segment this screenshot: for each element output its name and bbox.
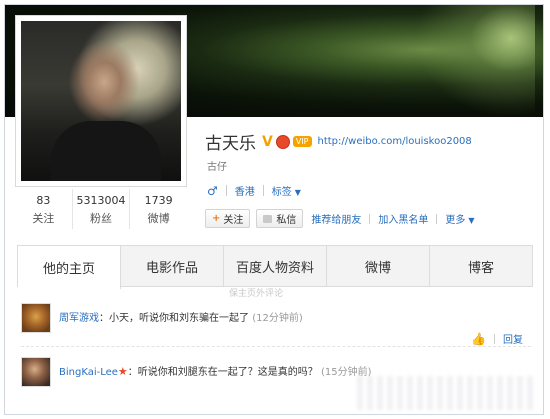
stat-fans-label: 粉丝 xyxy=(90,212,112,225)
tab-baidu-profile[interactable]: 百度人物资料 xyxy=(224,246,327,286)
comment-user-link[interactable]: 周军游戏 xyxy=(59,313,99,324)
recommend-link[interactable]: 推荐给朋友 xyxy=(311,211,361,226)
reply-link[interactable]: 回复 xyxy=(503,331,523,346)
profile-tabs: 他的主页 电影作品 百度人物资料 微博 博客 xyxy=(17,245,533,289)
comment-text: ：小天，听说你和刘东骗在一起了 xyxy=(99,313,249,324)
watermark xyxy=(357,376,537,410)
tab-blog[interactable]: 博客 xyxy=(430,246,532,286)
comment-body: 周军游戏：小天，听说你和刘东骗在一起了 (12分钟前) xyxy=(59,309,303,324)
profile-url-link[interactable]: http://weibo.com/louiskoo2008 xyxy=(318,136,472,147)
message-button[interactable]: 私信 xyxy=(256,209,304,228)
tags-dropdown[interactable]: 标签 ▼ xyxy=(272,183,301,198)
comment-avatar[interactable] xyxy=(21,357,51,387)
star-icon: ★ xyxy=(117,365,128,378)
chevron-down-icon: ▼ xyxy=(468,216,475,225)
comment-tools: 👍 回复 xyxy=(471,331,523,347)
profile-actions: + 关注 私信 推荐给朋友 加入黑名单 更多 ▼ xyxy=(205,209,475,228)
verified-badge-icon[interactable]: V xyxy=(262,134,273,150)
more-dropdown[interactable]: 更多 ▼ xyxy=(445,211,474,226)
stat-posts-value: 1739 xyxy=(144,194,173,207)
blacklist-link[interactable]: 加入黑名单 xyxy=(378,211,428,226)
avatar[interactable] xyxy=(21,21,181,181)
comment-time: (12分钟前) xyxy=(252,313,303,324)
vip-badge[interactable]: VIP xyxy=(292,136,312,147)
comment-text: ：听说你和刘腿东在一起了？这是真的吗？ xyxy=(127,367,318,378)
profile-name-row: 古天乐 V VIP http://weibo.com/louiskoo2008 xyxy=(205,129,472,155)
comment-avatar[interactable] xyxy=(21,303,51,333)
follow-button-label: 关注 xyxy=(223,215,244,226)
stat-fans[interactable]: 5313004 粉丝 xyxy=(73,189,131,229)
location-link[interactable]: 香港 xyxy=(235,183,255,198)
profile-page: 83 关注 5313004 粉丝 1739 微博 古天乐 V VIP http:… xyxy=(4,4,544,415)
message-button-label: 私信 xyxy=(276,215,297,226)
stat-following[interactable]: 83 关注 xyxy=(15,189,73,229)
stat-posts-label: 微博 xyxy=(147,212,170,225)
tab-movies[interactable]: 电影作品 xyxy=(121,246,224,286)
comment-user-link[interactable]: BingKai-Lee xyxy=(59,367,118,378)
chevron-down-icon: ▼ xyxy=(294,188,301,197)
stat-fans-value: 5313004 xyxy=(76,194,126,207)
faded-hint-text: 保主页外评论 xyxy=(229,289,284,299)
tab-weibo[interactable]: 微博 xyxy=(327,246,430,286)
avatar-frame xyxy=(15,15,187,187)
comment-body: BingKai-Lee★：听说你和刘腿东在一起了？这是真的吗？ (15分钟前) xyxy=(59,363,372,378)
more-label: 更多 xyxy=(445,215,466,226)
vip-face-icon xyxy=(275,134,290,149)
comment-item: 周军游戏：小天，听说你和刘东骗在一起了 (12分钟前) 👍 回复 xyxy=(21,303,531,347)
profile-meta: ♂ 香港 标签 ▼ xyxy=(207,183,301,199)
stat-posts[interactable]: 1739 微博 xyxy=(130,189,187,229)
tab-home[interactable]: 他的主页 xyxy=(18,246,121,289)
male-icon: ♂ xyxy=(207,183,218,198)
plus-icon: + xyxy=(212,213,221,224)
stat-following-label: 关注 xyxy=(32,212,55,225)
tags-label: 标签 xyxy=(271,187,292,198)
mail-icon xyxy=(263,214,273,223)
profile-stats: 83 关注 5313004 粉丝 1739 微博 xyxy=(15,189,187,229)
profile-name: 古天乐 xyxy=(205,134,256,154)
stat-following-value: 83 xyxy=(36,194,51,207)
like-icon[interactable]: 👍 xyxy=(471,332,486,346)
follow-button[interactable]: + 关注 xyxy=(205,209,251,228)
profile-nickname: 古仔 xyxy=(207,162,227,173)
